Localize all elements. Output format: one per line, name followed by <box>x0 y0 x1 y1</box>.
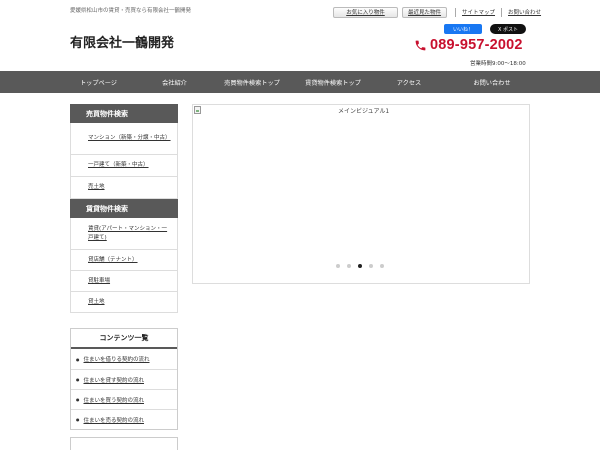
sidebar-item-land-rent[interactable]: 貸土地 <box>71 292 177 313</box>
sidebar-item-label: 一戸建て（新築・中古） <box>88 162 149 168</box>
sitemap-link[interactable]: サイトマップ <box>462 8 495 16</box>
sidebar-item-label: 売土地 <box>88 184 105 190</box>
facebook-like-label: いいね！ <box>452 26 473 33</box>
sidebar-banner-box <box>70 437 178 450</box>
slider-pagination <box>336 264 384 268</box>
business-hours: 営業時間9:00～18:00 <box>470 61 526 67</box>
bullet-icon: ● <box>76 377 80 382</box>
nav-item-sale-search[interactable]: 売買物件検索トップ <box>212 71 292 93</box>
divider <box>455 7 456 17</box>
slider-dot[interactable] <box>336 264 340 268</box>
contents-item-sell-flow[interactable]: ● 住まいを売る契約の流れ <box>71 409 177 429</box>
sidebar-item-label: マンション（新築・分譲・中古） <box>88 135 171 141</box>
sidebar-item-label: 貸駐車場 <box>88 277 111 284</box>
nav-item-contact[interactable]: お問い合わせ <box>444 71 540 93</box>
facebook-like-button[interactable]: いいね！ <box>444 24 482 34</box>
contents-heading: コンテンツ一覧 <box>71 329 177 349</box>
contents-item-label: 住まいを売る契約の流れ <box>83 417 145 424</box>
contents-item-label: 住まいを借りる契約の流れ <box>83 357 150 363</box>
site-tagline: 愛媛県松山市の賃貸・売買なら有限会社一鶴開発 <box>70 8 192 14</box>
sale-search-heading: 売買物件検索 <box>70 104 178 123</box>
sidebar-item-label: 賃貸(アパート・マンション・一戸建て) <box>88 225 168 241</box>
broken-image-icon <box>194 106 201 114</box>
global-nav: トップページ 会社紹介 売買物件検索トップ 賃貸物件検索トップ アクセス お問い… <box>0 71 600 93</box>
sidebar-item-rental[interactable]: 賃貸(アパート・マンション・一戸建て) <box>71 218 177 250</box>
sidebar-item-label: 貸土地 <box>88 298 105 305</box>
site-logo[interactable]: 有限会社一鶴開発 <box>70 32 174 51</box>
divider <box>501 7 503 17</box>
phone-number-text: 089-957-2002 <box>430 37 523 53</box>
slider-dot[interactable] <box>347 264 351 268</box>
bullet-icon: ● <box>76 417 80 422</box>
contact-link[interactable]: お問い合わせ <box>508 8 541 16</box>
sidebar-item-land-sale[interactable]: 売土地 <box>71 177 177 199</box>
nav-item-access[interactable]: アクセス <box>374 71 444 93</box>
sidebar-item-house[interactable]: 一戸建て（新築・中古） <box>71 155 177 177</box>
nav-item-rent-search[interactable]: 賃貸物件検索トップ <box>292 71 374 93</box>
slider-dot[interactable] <box>380 264 384 268</box>
main-visual-image <box>194 106 201 114</box>
rent-search-heading: 賃貸物件検索 <box>70 199 178 218</box>
sidebar-item-store[interactable]: 貸店舗（テナント） <box>71 250 177 271</box>
x-post-button[interactable]: X ポスト <box>490 24 526 34</box>
contents-item-lend-flow[interactable]: ● 住まいを貸す契約の流れ <box>71 369 177 389</box>
sidebar: 売買物件検索 マンション（新築・分譲・中古） 一戸建て（新築・中古） 売土地 賃… <box>70 104 178 313</box>
x-post-label: X ポスト <box>497 26 518 33</box>
page: 愛媛県松山市の賃貸・売買なら有限会社一鶴開発 お気に入り物件 最近見た物件 サイ… <box>0 0 600 450</box>
contents-item-label: 住まいを貸す契約の流れ <box>83 377 145 384</box>
bullet-icon: ● <box>76 397 80 402</box>
sidebar-item-parking[interactable]: 貸駐車場 <box>71 271 177 292</box>
main-visual-slider: メインビジュアル1 <box>192 104 530 284</box>
slider-dot[interactable] <box>369 264 373 268</box>
contents-item-label: 住まいを買う契約の流れ <box>83 397 145 404</box>
sale-search-list: マンション（新築・分譲・中古） 一戸建て（新築・中古） 売土地 <box>70 123 178 199</box>
recent-link[interactable]: 最近見た物件 <box>402 6 447 18</box>
phone-number[interactable]: 089-957-2002 <box>414 37 523 53</box>
nav-item-company[interactable]: 会社紹介 <box>137 71 212 93</box>
sidebar-item-mansion[interactable]: マンション（新築・分譲・中古） <box>71 123 177 155</box>
contents-item-rent-flow[interactable]: ● 住まいを借りる契約の流れ <box>71 349 177 369</box>
nav-item-top[interactable]: トップページ <box>60 71 137 93</box>
contents-list: コンテンツ一覧 ● 住まいを借りる契約の流れ ● 住まいを貸す契約の流れ ● 住まいを… <box>70 328 178 430</box>
rent-search-list: 賃貸(アパート・マンション・一戸建て) 貸店舗（テナント） 貸駐車場 貸土地 <box>70 218 178 313</box>
phone-icon <box>415 40 426 50</box>
bullet-icon: ● <box>76 356 80 362</box>
sidebar-item-label: 貸店舗（テナント） <box>88 256 138 263</box>
favorites-link[interactable]: お気に入り物件 <box>333 6 398 18</box>
main-visual-alt-text: メインビジュアル1 <box>338 108 390 115</box>
slider-dot[interactable] <box>358 264 362 268</box>
social-buttons: いいね！ X ポスト <box>444 24 526 34</box>
header-utility-links: お気に入り物件 最近見た物件 サイトマップ お問い合わせ <box>333 6 541 18</box>
contents-item-buy-flow[interactable]: ● 住まいを買う契約の流れ <box>71 389 177 409</box>
